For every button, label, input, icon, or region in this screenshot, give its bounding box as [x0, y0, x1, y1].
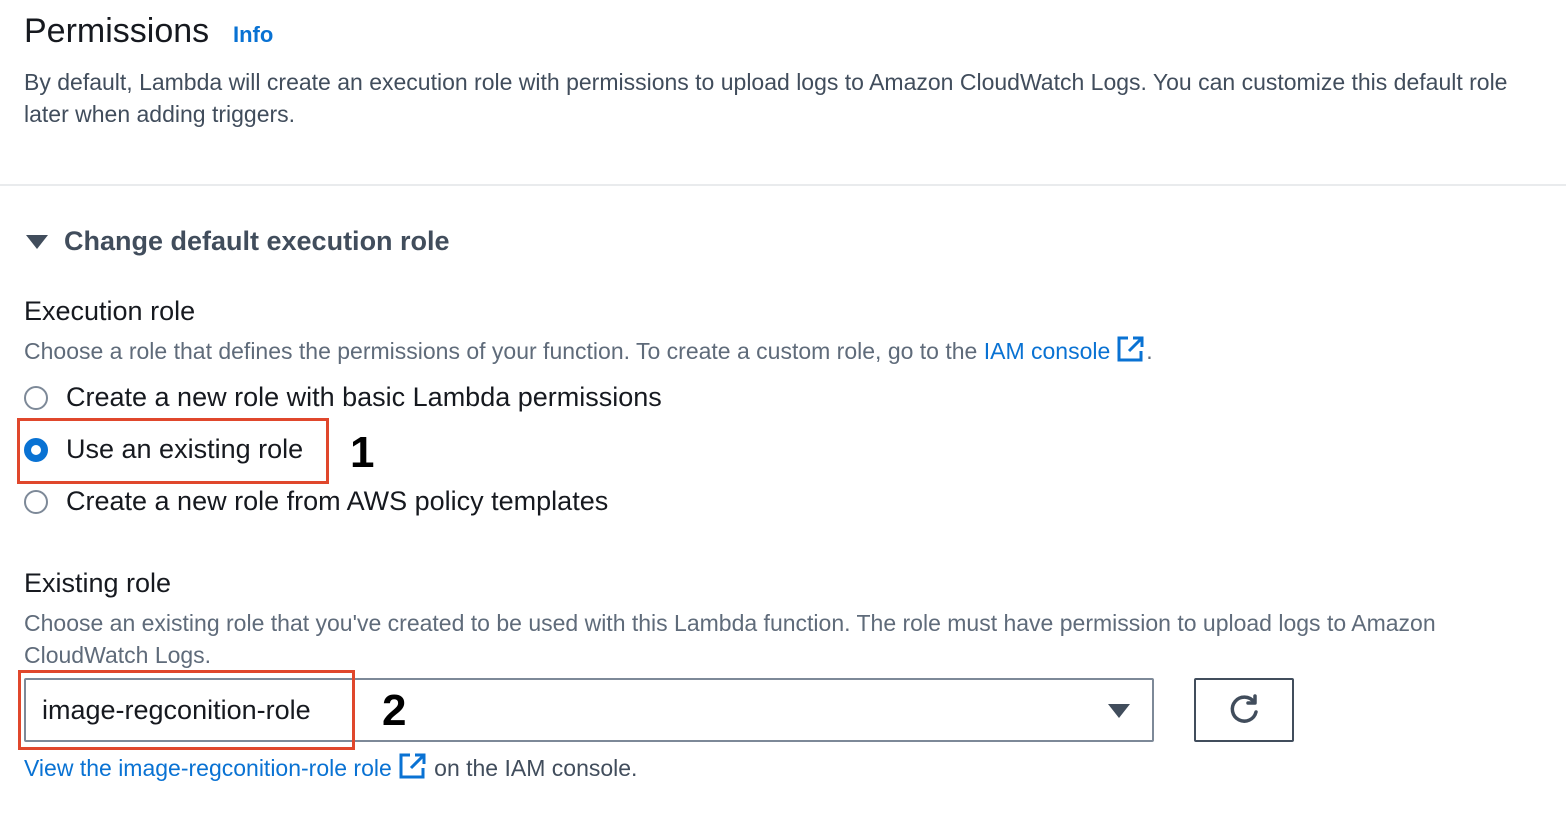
- highlight-box-1: [17, 418, 329, 484]
- section-title: Permissions: [24, 12, 210, 50]
- execution-role-label: Execution role: [24, 296, 196, 326]
- info-link[interactable]: Info: [233, 22, 273, 48]
- highlight-box-2: [18, 670, 355, 750]
- radio-button[interactable]: [24, 385, 48, 410]
- radio-option-policy-templates[interactable]: Create a new role from AWS policy templa…: [24, 486, 608, 517]
- external-link-icon: [399, 753, 426, 779]
- annotation-2: 2: [382, 686, 407, 735]
- annotation-1: 1: [350, 428, 375, 477]
- external-link-icon: [1117, 336, 1144, 362]
- change-role-expander[interactable]: Change default execution role: [24, 226, 450, 257]
- radio-button[interactable]: [24, 489, 48, 514]
- radio-option-new-basic-role[interactable]: Create a new role with basic Lambda perm…: [24, 382, 662, 413]
- iam-console-link[interactable]: IAM console: [984, 336, 1147, 364]
- section-description: By default, Lambda will create an execut…: [24, 69, 1508, 127]
- divider: [0, 184, 1566, 186]
- refresh-icon: [1230, 694, 1258, 723]
- existing-role-label: Existing role: [24, 568, 172, 598]
- existing-role-description: Choose an existing role that you've crea…: [24, 610, 1436, 668]
- caret-down-icon: [26, 234, 48, 249]
- refresh-button[interactable]: [1194, 678, 1294, 742]
- caret-down-icon: [1108, 704, 1130, 718]
- execution-role-description: Choose a role that defines the permissio…: [24, 335, 1544, 367]
- view-role-line: View the image-regconition-role role on …: [24, 752, 637, 782]
- expander-label: Change default execution role: [64, 226, 450, 256]
- view-role-link[interactable]: View the image-regconition-role role: [24, 753, 428, 781]
